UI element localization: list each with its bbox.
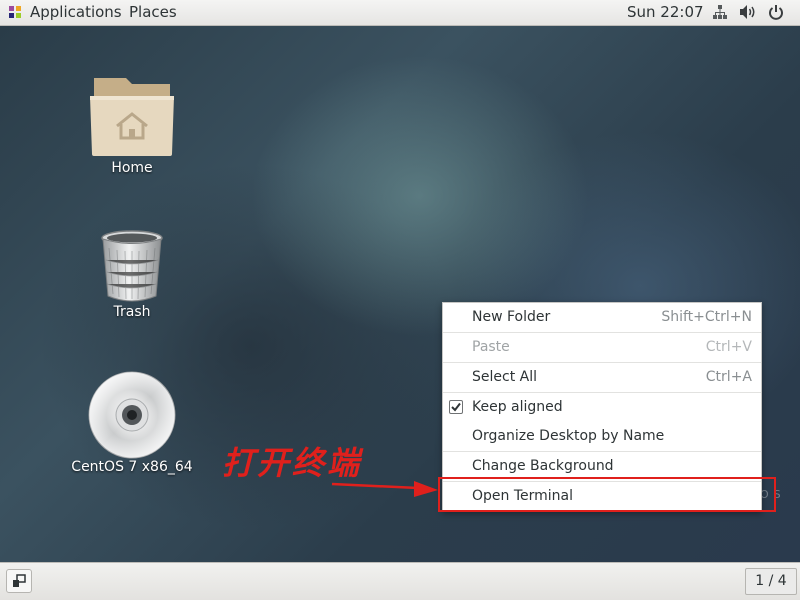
annotation-arrow-icon [331, 481, 438, 497]
power-icon[interactable] [768, 4, 784, 20]
top-bar: Applications Places Sun 22:07 [0, 0, 800, 26]
workspace-indicator[interactable]: 1 / 4 [745, 568, 797, 595]
network-icon[interactable] [712, 4, 728, 20]
desktop-icon-centos-disc[interactable]: CentOS 7 x86_64 [62, 371, 202, 475]
menu-item-accelerator: Ctrl+A [705, 369, 752, 385]
desktop-icon-home[interactable]: Home [62, 74, 202, 176]
menu-item-accelerator: Ctrl+V [705, 339, 752, 355]
annotation-highlight-box [438, 477, 776, 512]
window-list-icon [13, 574, 26, 587]
menu-item-organize-desktop[interactable]: Organize Desktop by Name [443, 422, 761, 451]
menu-item-select-all[interactable]: Select All Ctrl+A [443, 363, 761, 392]
menu-item-label: Select All [472, 369, 537, 385]
checkbox-checked-icon[interactable] [449, 400, 463, 414]
volume-icon[interactable] [739, 4, 757, 20]
applications-label: Applications [30, 3, 122, 21]
desktop-icon-label: Home [111, 160, 153, 176]
show-desktop-button[interactable] [6, 569, 32, 593]
centos-logo-icon [9, 6, 21, 18]
menu-item-label: Change Background [472, 458, 614, 474]
menu-item-paste[interactable]: Paste Ctrl+V [443, 333, 761, 362]
menu-item-new-folder[interactable]: New Folder Shift+Ctrl+N [443, 303, 761, 332]
menu-item-label: New Folder [472, 309, 551, 325]
desktop-icon-trash[interactable]: Trash [62, 228, 202, 320]
bottom-bar: 1 / 4 [0, 562, 800, 600]
trash-icon [101, 230, 163, 302]
menu-item-accelerator: Shift+Ctrl+N [661, 309, 752, 325]
applications-menu[interactable]: Applications [8, 3, 122, 21]
menu-item-label: Paste [472, 339, 510, 355]
menu-item-label: Organize Desktop by Name [472, 428, 665, 444]
desktop-icon-label: Trash [113, 304, 151, 320]
desktop-icon-label: CentOS 7 x86_64 [71, 459, 193, 475]
menu-item-keep-aligned[interactable]: Keep aligned [443, 393, 761, 422]
clock[interactable]: Sun 22:07 [627, 3, 704, 21]
home-folder-icon [90, 78, 174, 156]
optical-disc-icon [88, 371, 176, 459]
menu-item-label: Keep aligned [472, 399, 563, 415]
places-menu[interactable]: Places [129, 3, 177, 21]
